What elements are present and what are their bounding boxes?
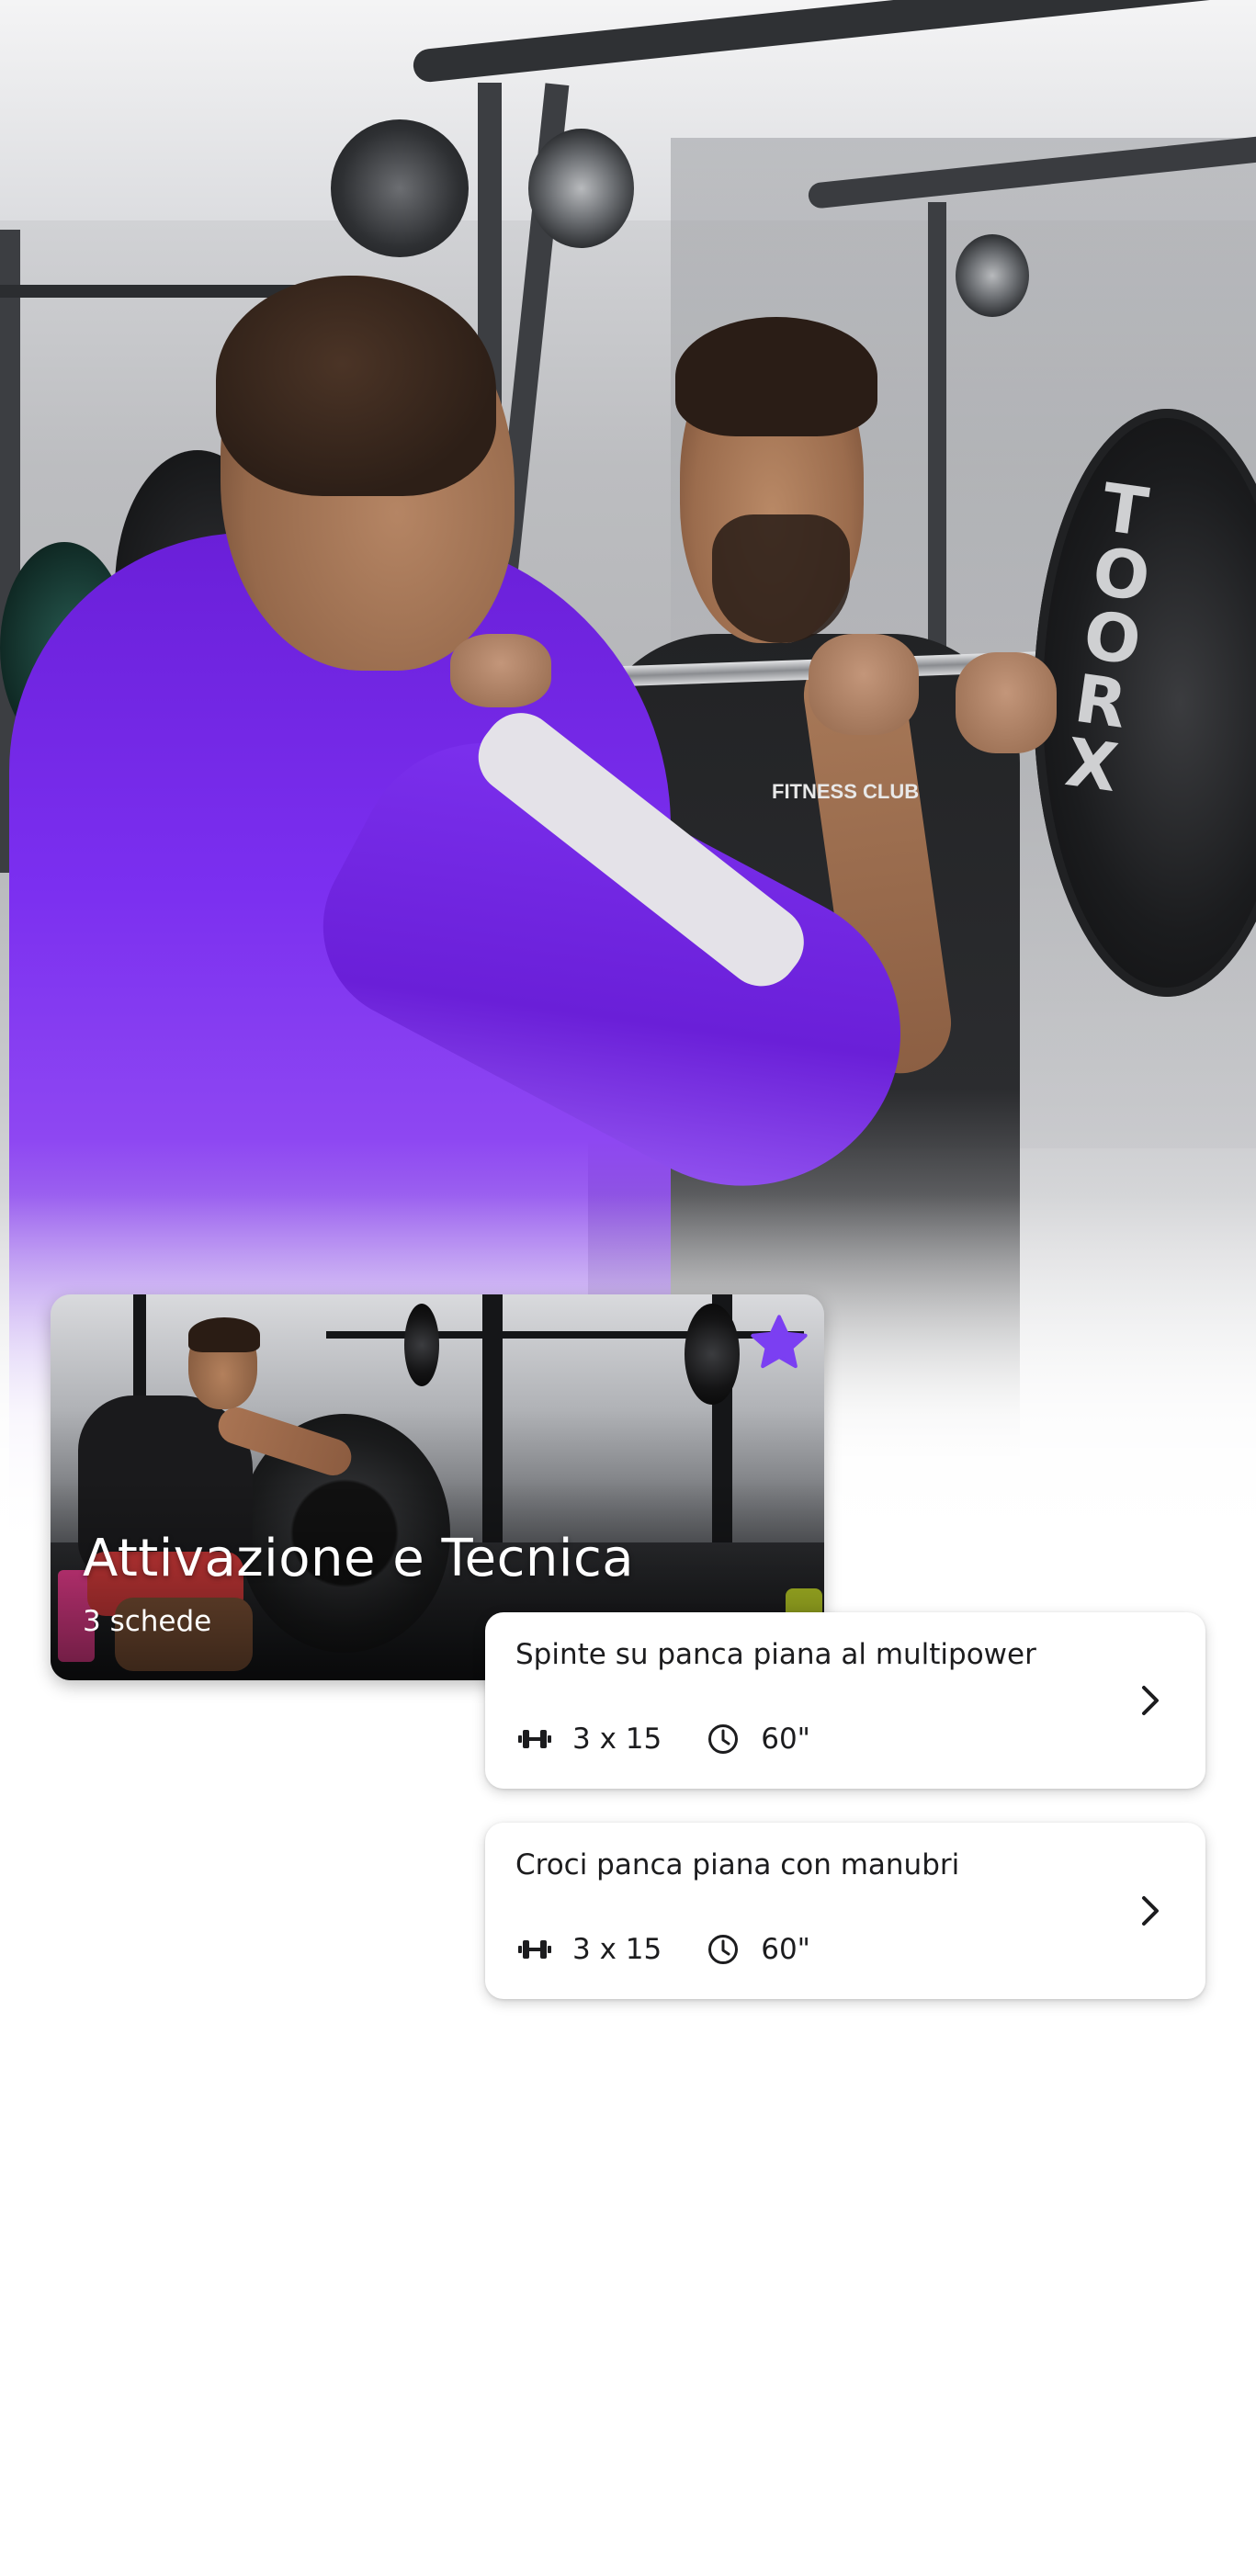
dumbbell-icon xyxy=(515,1930,554,1969)
clock-icon xyxy=(704,1930,742,1969)
exercise-rest: 60" xyxy=(761,1933,810,1966)
exercise-sets-reps: 3 x 15 xyxy=(572,1933,662,1966)
chevron-right-icon[interactable] xyxy=(1128,1889,1172,1933)
hero-shirt-logo: FITNESS CLUB xyxy=(772,780,920,803)
dumbbell-icon xyxy=(515,1720,554,1758)
exercise-sets-reps: 3 x 15 xyxy=(572,1723,662,1756)
hero-trainee-beard xyxy=(712,514,850,643)
hero-hand xyxy=(956,652,1057,753)
hero-pulley xyxy=(956,234,1029,317)
exercise-card[interactable]: Croci panca piana con manubri 3 x 15 60" xyxy=(485,1823,1205,1999)
category-subtitle: 3 schede xyxy=(83,1605,212,1638)
exercise-meta: 3 x 15 60" xyxy=(515,1719,810,1759)
hero-trainee-hair xyxy=(675,317,877,436)
hero-pulley xyxy=(331,119,469,257)
exercise-meta: 3 x 15 60" xyxy=(515,1929,810,1970)
hero-hand xyxy=(809,634,919,735)
hero-pulley xyxy=(528,129,634,248)
hero-machine-post xyxy=(928,202,946,661)
exercise-rest: 60" xyxy=(761,1723,810,1756)
hero-coach-hair xyxy=(216,276,496,496)
category-title: Attivazione e Tecnica xyxy=(83,1529,635,1588)
chevron-right-icon[interactable] xyxy=(1128,1678,1172,1723)
exercise-card[interactable]: Spinte su panca piana al multipower 3 x … xyxy=(485,1612,1205,1789)
card-plate xyxy=(685,1304,740,1405)
favorite-star-icon[interactable] xyxy=(747,1311,811,1375)
exercise-name: Croci panca piana con manubri xyxy=(515,1848,960,1881)
card-athlete-hair xyxy=(188,1317,260,1352)
card-plate xyxy=(404,1304,439,1386)
clock-icon xyxy=(704,1720,742,1758)
exercise-name: Spinte su panca piana al multipower xyxy=(515,1638,1036,1671)
hero-hand xyxy=(450,634,551,707)
